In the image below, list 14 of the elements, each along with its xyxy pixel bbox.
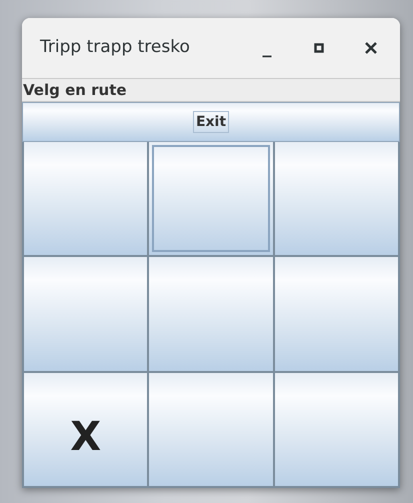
board-square[interactable] bbox=[274, 257, 398, 371]
board-square[interactable] bbox=[24, 257, 148, 371]
window-title: Tripp trapp tresko bbox=[40, 36, 190, 60]
board-square[interactable] bbox=[149, 257, 273, 371]
board-square[interactable]: X bbox=[24, 372, 148, 486]
board-square[interactable] bbox=[274, 372, 398, 486]
board-square[interactable] bbox=[24, 142, 148, 256]
exit-button[interactable]: Exit bbox=[22, 102, 400, 142]
board-square[interactable] bbox=[149, 372, 273, 486]
close-icon bbox=[365, 42, 377, 54]
minimize-button[interactable]: _ bbox=[252, 33, 282, 63]
board-square[interactable] bbox=[149, 142, 273, 256]
maximize-icon bbox=[314, 43, 324, 53]
board-square[interactable] bbox=[274, 142, 398, 256]
